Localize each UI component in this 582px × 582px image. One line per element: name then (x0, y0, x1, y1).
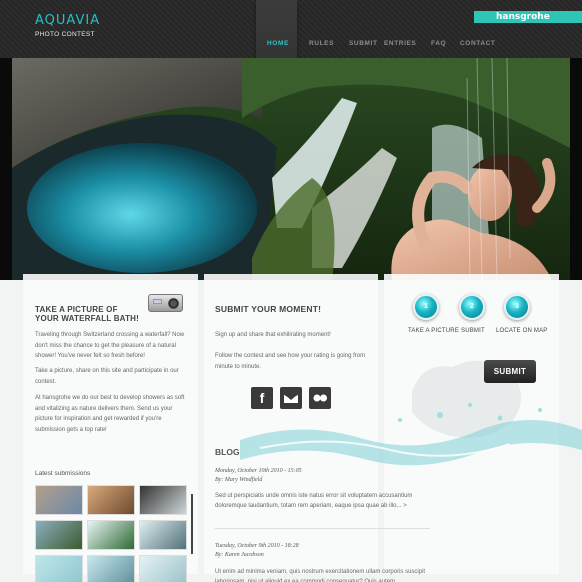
blog-post-author: By: Karen Jacobson (215, 552, 264, 558)
site-subtitle: PHOTO CONTEST (35, 31, 95, 38)
latest-submissions-label: Latest submissions (35, 470, 91, 477)
blog-heading: BLOG (215, 447, 240, 457)
flickr-icon[interactable] (309, 387, 331, 409)
submission-thumbnail[interactable] (87, 485, 135, 515)
submit-heading: SUBMIT YOUR MOMENT! (215, 304, 322, 314)
left-heading-line2: YOUR WATERFALL BATH! (35, 314, 139, 323)
submission-thumbnail[interactable] (139, 555, 187, 582)
left-heading: TAKE A PICTURE OF YOUR WATERFALL BATH! (35, 305, 155, 323)
facebook-icon[interactable]: f (251, 387, 273, 409)
submission-thumbnail[interactable] (35, 555, 83, 582)
submission-thumbnail[interactable] (87, 520, 135, 550)
thumbnails-scrollbar[interactable] (191, 494, 193, 554)
hero-waterfall-image (12, 58, 570, 280)
hero-banner (0, 58, 582, 280)
left-heading-line1: TAKE A PICTURE OF (35, 305, 118, 314)
twitter-icon[interactable] (280, 387, 302, 409)
step-1-icon[interactable]: 1 (413, 294, 439, 320)
submission-thumbnail[interactable] (139, 485, 187, 515)
submission-thumbnail[interactable] (87, 555, 135, 582)
nav-rules[interactable]: RULES (309, 40, 334, 47)
follow-text: Follow the contest and see how your rati… (215, 353, 366, 370)
brand-paragraph: At hansgrohe we do our best to develop s… (35, 395, 185, 433)
nav-faq[interactable]: FAQ (431, 40, 446, 47)
intro-paragraph: Traveling through Switzerland crossing a… (35, 332, 185, 359)
site-title[interactable]: AQUAVIA (35, 13, 100, 28)
blog-post-author: By: Mary Windfield (215, 477, 263, 483)
step-3-label: LOCATE ON MAP (496, 328, 548, 334)
nav-entries[interactable]: ENTRIES (384, 40, 416, 47)
step-2-icon[interactable]: 2 (459, 294, 485, 320)
submission-thumbnail[interactable] (35, 520, 83, 550)
submission-thumbnail[interactable] (139, 520, 187, 550)
nav-contact[interactable]: CONTACT (460, 40, 496, 47)
step-3-icon[interactable]: 3 (504, 294, 530, 320)
submit-button[interactable]: SUBMIT (484, 360, 536, 383)
nav-home[interactable]: HOME (267, 40, 289, 47)
nav-submit[interactable]: SUBMIT (349, 40, 378, 47)
site-header: AQUAVIA PHOTO CONTEST HOME RULES SUBMIT … (0, 0, 582, 64)
blog-post-date: Monday, October 10th 2010 - 15:05 (215, 468, 302, 474)
hansgrohe-logo[interactable]: hansgrohe (474, 11, 582, 23)
blog-divider (215, 528, 430, 529)
signup-text: Sign up and share that exhilirating mome… (215, 332, 331, 338)
step-1-label: TAKE A PICTURE (408, 328, 460, 334)
blog-post-date: Tuesday, October 9th 2010 - 18:28 (215, 543, 299, 549)
camera-icon (148, 294, 183, 312)
blog-post-excerpt[interactable]: Ut enim ad minima veniam, quis nostrum e… (215, 568, 430, 582)
participate-paragraph: Take a picture, share on this site and p… (35, 368, 179, 385)
blog-post-excerpt[interactable]: Sed ut perspiciatis unde omnis iste natu… (215, 492, 430, 511)
submission-thumbnail[interactable] (35, 485, 83, 515)
nav-active-indicator (256, 0, 297, 64)
step-2-label: SUBMIT (461, 328, 485, 334)
